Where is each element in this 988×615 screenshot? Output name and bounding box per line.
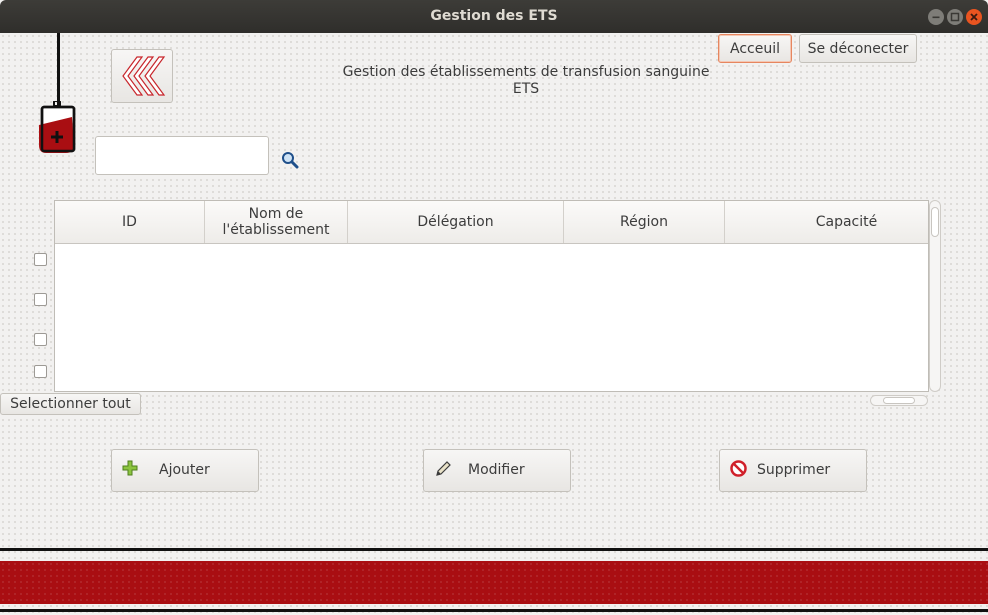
ets-table[interactable]: ID Nom de l'établissement Délégation Rég… <box>54 200 929 392</box>
page-subtitle: Gestion des établissements de transfusio… <box>300 64 752 98</box>
logout-button[interactable]: Se déconecter <box>799 34 917 63</box>
plus-icon <box>122 460 138 476</box>
main-content: Acceuil Se déconecter Gestion des établi… <box>0 33 988 615</box>
delete-button[interactable]: Supprimer <box>719 449 867 492</box>
table-header: ID Nom de l'établissement Délégation Rég… <box>55 201 928 244</box>
search-input[interactable] <box>95 136 269 175</box>
scrollbar-thumb[interactable] <box>931 207 939 237</box>
maximize-icon[interactable] <box>947 9 963 25</box>
table-horizontal-scrollbar[interactable] <box>870 395 928 406</box>
minimize-icon[interactable] <box>928 9 944 25</box>
scrollbar-thumb[interactable] <box>883 397 915 404</box>
window-title: Gestion des ETS <box>430 8 558 24</box>
select-all-button[interactable]: Selectionner tout <box>0 393 141 415</box>
subtitle-line-2: ETS <box>512 81 540 97</box>
column-header-region[interactable]: Région <box>564 201 725 243</box>
column-header-delegation[interactable]: Délégation <box>348 201 564 243</box>
column-header-capacity[interactable]: Capacité <box>725 201 928 243</box>
column-header-name[interactable]: Nom de l'établissement <box>205 201 348 243</box>
home-button[interactable]: Acceuil <box>718 34 792 63</box>
logo-string <box>57 33 60 105</box>
add-button-label: Ajouter <box>159 462 210 478</box>
row-checkbox[interactable] <box>34 365 47 378</box>
back-button[interactable] <box>111 49 173 103</box>
window-titlebar: Gestion des ETS <box>0 0 988 33</box>
footer-divider <box>0 548 988 551</box>
row-checkbox[interactable] <box>34 253 47 266</box>
delete-button-label: Supprimer <box>757 462 831 478</box>
edit-button-label: Modifier <box>468 462 525 478</box>
add-button[interactable]: Ajouter <box>111 449 259 492</box>
row-checkbox[interactable] <box>34 333 47 346</box>
table-vertical-scrollbar[interactable] <box>929 200 941 392</box>
row-checkbox[interactable] <box>34 293 47 306</box>
close-icon[interactable] <box>966 9 982 25</box>
search-icon[interactable] <box>281 151 299 169</box>
column-header-id[interactable]: ID <box>55 201 205 243</box>
footer-band <box>0 561 988 604</box>
footer-bottom-divider <box>0 609 988 612</box>
forbidden-icon <box>730 460 747 477</box>
chevrons-left-icon <box>122 56 166 96</box>
blood-bag-icon <box>39 101 76 153</box>
subtitle-line-1: Gestion des établissements de transfusio… <box>342 64 710 80</box>
edit-button[interactable]: Modifier <box>423 449 571 492</box>
pencil-icon <box>436 461 451 476</box>
